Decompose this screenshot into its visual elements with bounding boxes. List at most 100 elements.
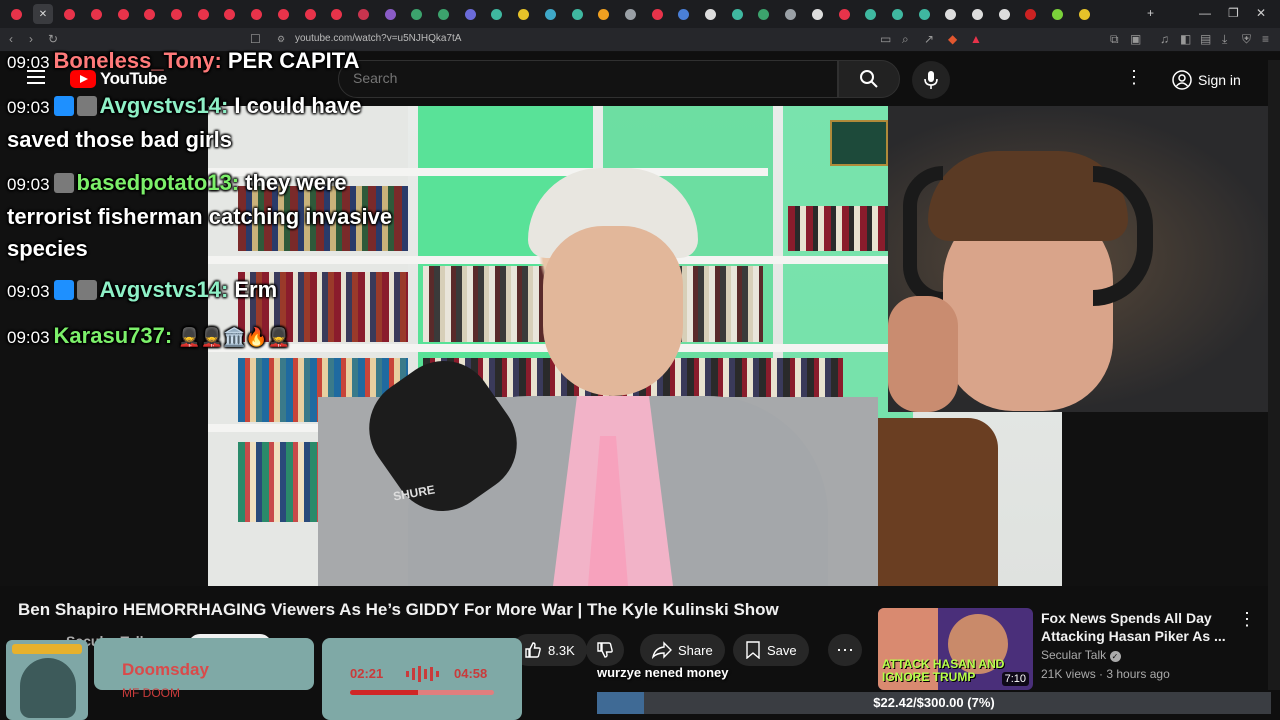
window-close-button[interactable]: ✕ <box>1256 6 1266 20</box>
browser-tab[interactable] <box>113 4 133 24</box>
browser-tab[interactable] <box>487 4 507 24</box>
tab-favicon-icon <box>384 8 396 20</box>
tab-favicon-icon <box>411 8 423 20</box>
browser-tab[interactable] <box>887 4 907 24</box>
browser-tab[interactable] <box>1074 4 1094 24</box>
download-icon[interactable]: ⤓ <box>1222 32 1227 47</box>
chat-username[interactable]: Avgvstvs14: <box>100 277 229 302</box>
page-scrollbar[interactable] <box>1268 60 1280 690</box>
browser-tab[interactable] <box>140 4 160 24</box>
wallet-icon[interactable]: ▤ <box>1200 32 1211 46</box>
search-input[interactable] <box>353 70 823 86</box>
sidebar-icon[interactable]: ◧ <box>1180 32 1191 46</box>
vpn-icon[interactable]: ⛨ <box>1242 32 1251 47</box>
tab-search-icon[interactable]: ▣ <box>1130 32 1141 46</box>
song-title: Doomsday <box>122 660 209 679</box>
chat-username[interactable]: Avgvstvs14: <box>100 93 229 118</box>
search-button[interactable] <box>838 60 900 98</box>
browser-tab[interactable] <box>300 4 320 24</box>
browser-tab[interactable] <box>353 4 373 24</box>
browser-tab[interactable] <box>994 4 1014 24</box>
browser-tab[interactable] <box>567 4 587 24</box>
recommended-video-title[interactable]: Fox News Spends All Day Attacking Hasan … <box>1041 609 1231 645</box>
account-icon <box>1172 70 1192 90</box>
share-label: Share <box>678 642 713 658</box>
browser-tab[interactable] <box>968 4 988 24</box>
thumbnail-caption: ATTACK HASAN AND IGNORE TRUMP <box>882 657 1005 684</box>
menu-icon[interactable]: ≡ <box>1262 32 1269 46</box>
chat-username[interactable]: basedpotato13: <box>77 170 240 195</box>
site-info-icon[interactable]: ⚙ <box>277 34 285 45</box>
browser-tab[interactable] <box>220 4 240 24</box>
share-page-icon[interactable]: ↗ <box>924 32 934 46</box>
browser-tab[interactable] <box>407 4 427 24</box>
chat-username[interactable]: Karasu737: <box>54 323 173 348</box>
browser-tab[interactable] <box>754 4 774 24</box>
browser-tab[interactable] <box>540 4 560 24</box>
browser-tab[interactable] <box>674 4 694 24</box>
browser-tab[interactable] <box>807 4 827 24</box>
browser-tab[interactable] <box>914 4 934 24</box>
zoom-icon[interactable]: ⌕ <box>902 32 909 47</box>
brave-shield-icon[interactable]: ◆ <box>948 32 957 46</box>
url-text[interactable]: youtube.com/watch?v=u5NJHQka7tA <box>295 33 461 44</box>
tab-favicon-icon <box>10 8 22 20</box>
rewards-icon[interactable]: ▲ <box>970 32 982 46</box>
tab-favicon-icon <box>918 8 930 20</box>
browser-tab[interactable] <box>834 4 854 24</box>
browser-tab[interactable] <box>620 4 640 24</box>
browser-tab[interactable] <box>60 4 80 24</box>
extensions-icon[interactable]: ⧉ <box>1110 32 1119 47</box>
recommended-more-button[interactable]: ⋮ <box>1238 609 1256 630</box>
browser-tab[interactable] <box>86 4 106 24</box>
sign-in-button[interactable]: Sign in <box>1160 63 1253 97</box>
recommended-video-thumbnail[interactable]: ATTACK HASAN AND IGNORE TRUMP 7:10 <box>878 608 1033 690</box>
menu-hamburger-icon[interactable] <box>27 70 45 84</box>
forward-icon[interactable]: › <box>29 32 33 46</box>
browser-tab[interactable] <box>514 4 534 24</box>
maximize-button[interactable]: ❐ <box>1228 6 1239 20</box>
browser-tab[interactable] <box>380 4 400 24</box>
browser-tab[interactable] <box>594 4 614 24</box>
share-button[interactable]: Share <box>640 634 725 666</box>
back-icon[interactable]: ‹ <box>9 32 13 46</box>
moderator-badge-icon <box>53 96 74 116</box>
browser-tab[interactable] <box>701 4 721 24</box>
browser-tab[interactable] <box>327 4 347 24</box>
save-button[interactable]: Save <box>733 634 809 666</box>
voice-search-button[interactable] <box>912 61 950 99</box>
browser-tab[interactable] <box>434 4 454 24</box>
reload-icon[interactable]: ↻ <box>48 32 58 46</box>
browser-tab[interactable] <box>460 4 480 24</box>
tab-favicon-icon <box>998 8 1010 20</box>
now-playing-widget: Doomsday MF DOOM 02:21 04:58 <box>0 634 530 720</box>
browser-tab[interactable] <box>781 4 801 24</box>
screen-icon[interactable]: ▭ <box>880 32 891 46</box>
tab-favicon-icon <box>224 8 236 20</box>
song-progress-bar[interactable] <box>350 690 494 695</box>
browser-tab[interactable] <box>167 4 187 24</box>
more-actions-button[interactable]: ⋯ <box>828 634 862 666</box>
recommended-channel[interactable]: Secular Talk ✓ <box>1041 648 1121 662</box>
browser-tab[interactable] <box>647 4 667 24</box>
browser-tab[interactable] <box>1048 4 1068 24</box>
browser-tab[interactable] <box>861 4 881 24</box>
browser-tab[interactable] <box>193 4 213 24</box>
tab-close-button[interactable]: ✕ <box>33 4 53 24</box>
settings-more-button[interactable]: ⋮ <box>1124 67 1144 91</box>
browser-tab[interactable] <box>273 4 293 24</box>
tab-favicon-icon <box>117 8 129 20</box>
new-tab-button[interactable]: + <box>1147 6 1154 20</box>
browser-tab[interactable] <box>941 4 961 24</box>
browser-tab[interactable] <box>1021 4 1041 24</box>
chat-username[interactable]: Boneless_Tony: <box>54 48 222 73</box>
dislike-button[interactable] <box>586 634 624 666</box>
browser-tab[interactable] <box>6 4 26 24</box>
media-icon[interactable]: ♫ <box>1160 32 1169 46</box>
browser-tab[interactable] <box>247 4 267 24</box>
bookmark-icon[interactable]: ☐ <box>250 32 261 46</box>
tab-favicon-icon <box>304 8 316 20</box>
browser-tab[interactable] <box>727 4 747 24</box>
tab-favicon-icon <box>705 8 716 20</box>
minimize-button[interactable]: — <box>1199 6 1211 20</box>
